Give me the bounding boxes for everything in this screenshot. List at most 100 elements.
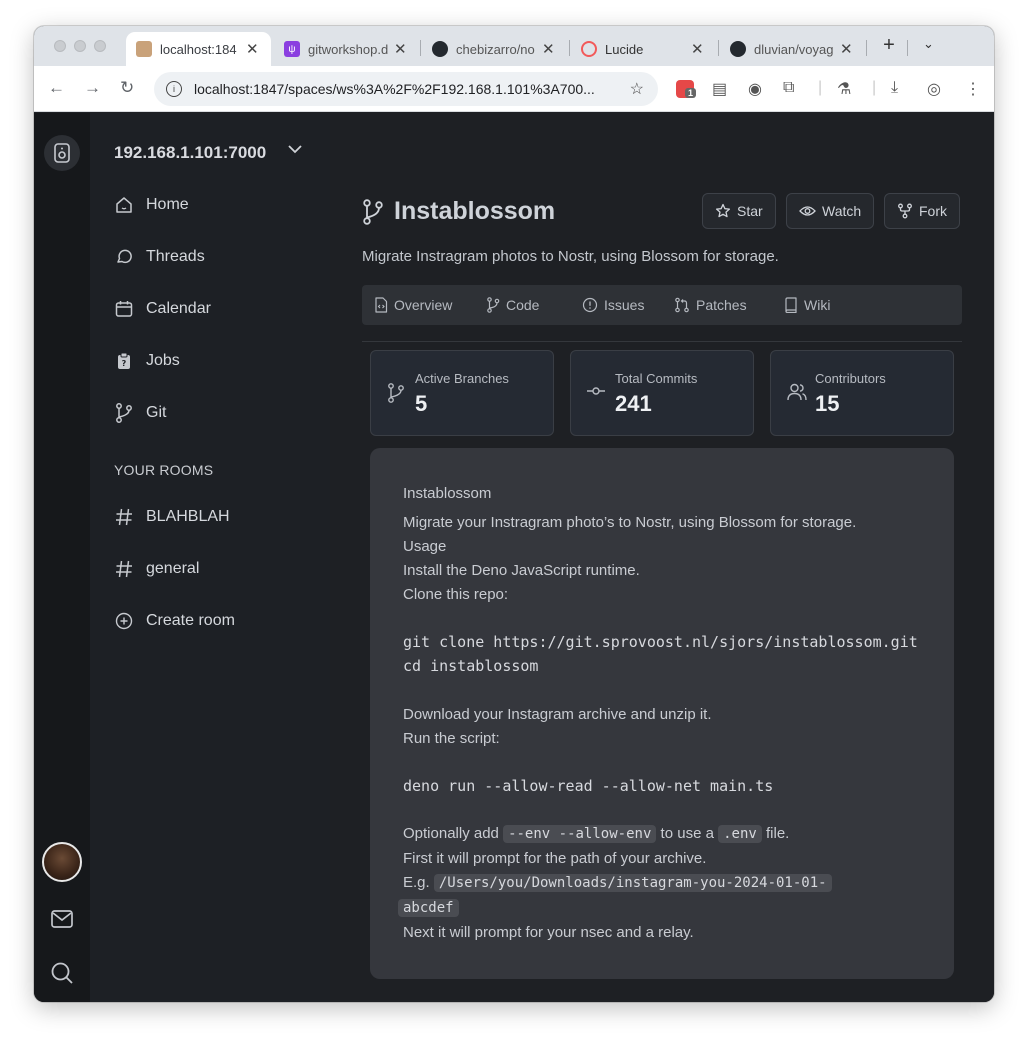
star-button[interactable]: Star: [702, 193, 776, 229]
readme-step: Next it will prompt for your nsec and a …: [403, 924, 694, 941]
close-tab-icon[interactable]: ✕: [840, 40, 853, 58]
book-icon: [784, 297, 798, 313]
readme-example-line: E.g. /Users/you/Downloads/instagram-you-…: [403, 874, 832, 892]
eye-icon: [799, 204, 816, 218]
github-icon: [730, 41, 746, 57]
tab-title: chebizarro/no: [456, 41, 535, 57]
tab-separator: [569, 40, 570, 56]
repo-tabs: Overview Code Issues Patches Wiki: [362, 285, 962, 325]
chevron-down-icon[interactable]: [288, 144, 302, 154]
create-room-button[interactable]: Create room: [114, 606, 235, 636]
stat-total-commits: Total Commits 241: [570, 350, 754, 436]
site-info-icon[interactable]: i: [166, 81, 182, 97]
sidebar-item-label: Home: [146, 196, 189, 213]
tab-title: gitworkshop.d: [308, 41, 388, 57]
stat-label: Total Commits: [615, 371, 698, 386]
sidebar-item-label: Threads: [146, 248, 205, 265]
sidebar-item-home[interactable]: Home: [114, 190, 189, 220]
tab-title: localhost:184: [160, 41, 237, 57]
labs-flask-icon[interactable]: ⚗: [837, 79, 851, 99]
download-icon[interactable]: ⤓: [891, 79, 898, 97]
readme-step: First it will prompt for the path of you…: [403, 850, 707, 867]
close-tab-icon[interactable]: ✕: [691, 40, 704, 58]
text-fragment: file.: [765, 825, 790, 842]
browser-tab-2[interactable]: ψ gitworkshop.d ✕: [274, 32, 419, 66]
tab-wiki[interactable]: Wiki: [784, 297, 830, 313]
code-line: deno run --allow-read --allow-net main.t…: [403, 777, 774, 795]
readme-step: Run the script:: [403, 730, 500, 747]
watch-button[interactable]: Watch: [786, 193, 875, 229]
zoom-window-button[interactable]: [94, 40, 106, 52]
tab-separator: [907, 40, 908, 56]
git-branch-icon: [114, 403, 134, 423]
close-tab-icon[interactable]: ✕: [542, 40, 555, 58]
forward-arrow-icon[interactable]: →: [84, 78, 101, 98]
user-avatar[interactable]: [42, 842, 82, 882]
plus-circle-icon: [114, 611, 134, 631]
browser-tab-4[interactable]: Lucide ✕: [571, 32, 716, 66]
close-window-button[interactable]: [54, 40, 66, 52]
mail-icon[interactable]: [50, 907, 74, 931]
tab-overview[interactable]: Overview: [374, 297, 452, 313]
reload-icon[interactable]: ↻: [120, 78, 134, 98]
extension-icon[interactable]: ▤: [712, 79, 727, 99]
profile-icon[interactable]: ◎: [927, 79, 941, 99]
browser-tab-3[interactable]: chebizarro/no ✕: [422, 32, 567, 66]
sidebar-item-calendar[interactable]: Calendar: [114, 294, 211, 324]
browser-tab-5[interactable]: dluvian/voyag ✕: [720, 32, 865, 66]
sidebar-item-jobs[interactable]: ? Jobs: [114, 346, 180, 376]
git-branch-icon: [387, 383, 405, 403]
sidebar-item-threads[interactable]: Threads: [114, 242, 205, 272]
sidebar-room-blahblah[interactable]: BLAHBLAH: [114, 502, 230, 532]
address-bar[interactable]: i localhost:1847/spaces/ws%3A%2F%2F192.1…: [154, 72, 658, 106]
url-text[interactable]: localhost:1847/spaces/ws%3A%2F%2F192.168…: [194, 81, 614, 97]
close-tab-icon[interactable]: ✕: [246, 40, 259, 58]
sidebar-item-git[interactable]: Git: [114, 398, 166, 428]
back-arrow-icon[interactable]: ←: [48, 78, 65, 98]
tab-title: dluvian/voyag: [754, 41, 834, 57]
tab-favicon-icon: ψ: [284, 41, 300, 57]
code-line: cd instablossom: [403, 657, 539, 675]
more-menu-icon[interactable]: ⋮: [965, 79, 981, 99]
browser-tab-1[interactable]: localhost:184 ✕: [126, 32, 271, 66]
space-button[interactable]: [44, 135, 80, 171]
repo-title: Instablossom: [362, 197, 555, 226]
stat-contributors: Contributors 15: [770, 350, 954, 436]
search-icon[interactable]: [50, 961, 74, 985]
jobs-icon: ?: [114, 351, 134, 371]
tab-search-chevron-icon[interactable]: ⌄: [923, 36, 934, 52]
tab-strip: localhost:184 ✕ ψ gitworkshop.d ✕ chebiz…: [34, 26, 994, 66]
star-icon: [715, 203, 731, 219]
tab-code[interactable]: Code: [486, 297, 539, 313]
stat-label: Active Branches: [415, 371, 509, 386]
tab-issues[interactable]: Issues: [582, 297, 644, 313]
readme-title: Instablossom: [403, 485, 492, 502]
svg-text:?: ?: [122, 359, 127, 368]
text-fragment: E.g.: [403, 874, 430, 891]
window-controls: [54, 40, 106, 52]
git-fork-icon: [897, 203, 913, 219]
home-icon: [114, 195, 134, 215]
sidebar-room-general[interactable]: general: [114, 554, 199, 584]
sidebar-item-label: Jobs: [146, 352, 180, 369]
new-tab-button[interactable]: +: [877, 34, 901, 57]
bookmark-star-icon[interactable]: ☆: [630, 79, 644, 99]
readme-intro: Migrate your Instragram photo’s to Nostr…: [403, 514, 857, 531]
server-name[interactable]: 192.168.1.101:7000: [114, 143, 266, 163]
github-extension-icon[interactable]: ◉: [748, 79, 762, 99]
extension-icon[interactable]: 1: [676, 80, 697, 98]
inline-code: abcdef: [398, 899, 459, 917]
fork-button[interactable]: Fork: [884, 193, 960, 229]
stat-label: Contributors: [815, 371, 886, 386]
close-tab-icon[interactable]: ✕: [394, 40, 407, 58]
puzzle-extensions-icon[interactable]: ⧉: [783, 79, 794, 97]
readme-panel: Instablossom Migrate your Instragram pho…: [370, 448, 954, 979]
room-label: BLAHBLAH: [146, 508, 230, 525]
git-commit-icon: [587, 386, 605, 396]
inline-code: .env: [718, 825, 762, 843]
tab-patches[interactable]: Patches: [674, 297, 747, 313]
git-branch-icon: [362, 198, 384, 225]
minimize-window-button[interactable]: [74, 40, 86, 52]
repo-name: Instablossom: [394, 197, 556, 225]
create-room-label: Create room: [146, 612, 235, 629]
